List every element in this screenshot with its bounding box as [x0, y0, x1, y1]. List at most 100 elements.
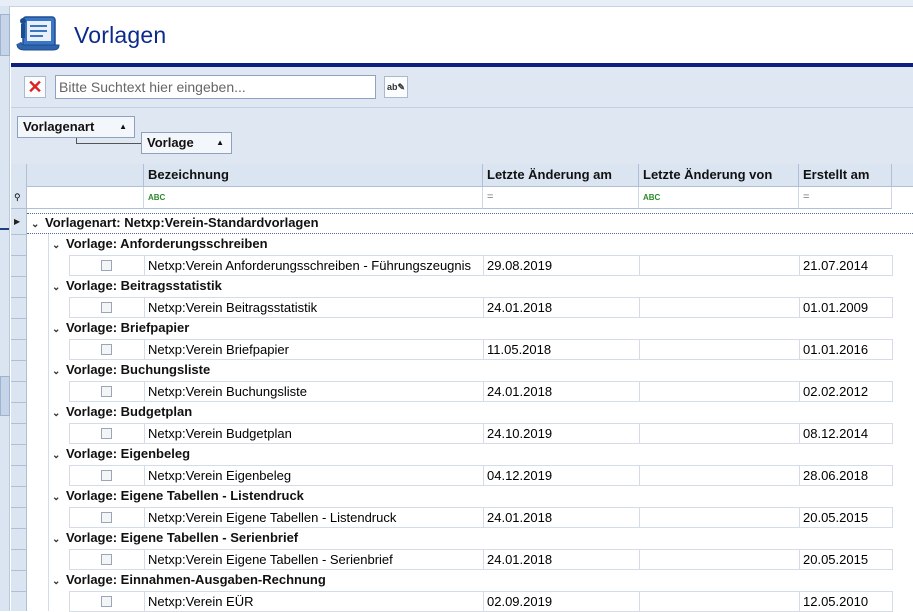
filter-cell[interactable] — [27, 187, 144, 209]
cell-created[interactable]: 01.01.2016 — [799, 339, 892, 360]
row-selector-separator — [11, 318, 27, 319]
cell-divider — [892, 549, 893, 570]
column-header-created[interactable]: Erstellt am — [799, 164, 892, 187]
row-selector-separator — [11, 507, 27, 508]
group-row-vorlage[interactable]: ⌄ Vorlage: Eigenbeleg — [52, 444, 190, 465]
group-row-vorlage[interactable]: ⌄ Vorlage: Budgetplan — [52, 402, 192, 423]
row-checkbox[interactable] — [101, 302, 112, 313]
row-checkbox[interactable] — [101, 260, 112, 271]
cell-divider — [69, 465, 70, 486]
cell-changed-on[interactable]: 24.01.2018 — [483, 507, 639, 528]
row-checkbox[interactable] — [101, 386, 112, 397]
filter-bezeichnung[interactable]: ABC — [144, 187, 483, 209]
cell-created[interactable]: 20.05.2015 — [799, 507, 892, 528]
cell-changed-on[interactable]: 02.09.2019 — [483, 591, 639, 612]
cell-changed-by[interactable] — [639, 591, 799, 612]
cell-divider — [892, 255, 893, 276]
cell-created[interactable]: 20.05.2015 — [799, 549, 892, 570]
filter-row-pin-icon: ⚲ — [11, 187, 27, 209]
cell-bezeichnung[interactable]: Netxp:Verein Eigenbeleg — [144, 465, 483, 486]
cell-changed-by[interactable] — [639, 423, 799, 444]
row-checkbox[interactable] — [101, 554, 112, 565]
cell-bezeichnung[interactable]: Netxp:Verein Eigene Tabellen - Listendru… — [144, 507, 483, 528]
cell-changed-on[interactable]: 29.08.2019 — [483, 255, 639, 276]
cell-divider — [892, 381, 893, 402]
row-selector-separator — [11, 423, 27, 424]
cell-changed-on[interactable]: 24.01.2018 — [483, 549, 639, 570]
cell-created[interactable]: 12.05.2010 — [799, 591, 892, 612]
row-checkbox[interactable] — [101, 344, 112, 355]
column-header-filler — [892, 164, 913, 187]
cell-changed-by[interactable] — [639, 507, 799, 528]
cell-created[interactable]: 08.12.2014 — [799, 423, 892, 444]
search-input[interactable] — [55, 75, 376, 99]
cell-divider — [892, 423, 893, 444]
group-row-label: Vorlage: Eigenbeleg — [66, 446, 191, 461]
spellcheck-button[interactable]: ab✎ — [384, 76, 408, 98]
group-row-label: Vorlagenart: Netxp:Verein-Standardvorlag… — [45, 215, 319, 230]
column-header-changed-by[interactable]: Letzte Änderung von — [639, 164, 799, 187]
cell-bezeichnung[interactable]: Netxp:Verein Beitragsstatistik — [144, 297, 483, 318]
cell-changed-by[interactable] — [639, 297, 799, 318]
cell-changed-on[interactable]: 24.01.2018 — [483, 381, 639, 402]
group-row-vorlage[interactable]: ⌄ Vorlage: Briefpapier — [52, 318, 189, 339]
cell-divider — [69, 381, 70, 402]
cell-bezeichnung[interactable]: Netxp:Verein Briefpapier — [144, 339, 483, 360]
cell-divider — [69, 591, 70, 612]
text-filter-icon: ABC — [643, 193, 661, 202]
row-selector-separator — [11, 591, 27, 592]
chevron-down-icon: ⌄ — [52, 534, 61, 545]
cell-bezeichnung[interactable]: Netxp:Verein Buchungsliste — [144, 381, 483, 402]
filter-created[interactable]: = — [799, 187, 892, 209]
row-checkbox[interactable] — [101, 470, 112, 481]
filter-changed-on[interactable]: = — [483, 187, 639, 209]
column-header-bezeichnung[interactable]: Bezeichnung — [144, 164, 483, 187]
cell-changed-by[interactable] — [639, 255, 799, 276]
row-checkbox[interactable] — [101, 428, 112, 439]
cell-divider — [892, 507, 893, 528]
group-row-vorlage[interactable]: ⌄ Vorlage: Eigene Tabellen - Listendruck — [52, 486, 304, 507]
cell-changed-on[interactable]: 11.05.2018 — [483, 339, 639, 360]
dock-tab[interactable] — [0, 14, 10, 56]
chevron-down-icon: ⌄ — [52, 324, 61, 335]
cell-changed-by[interactable] — [639, 339, 799, 360]
cell-divider — [892, 465, 893, 486]
text-filter-icon: ABC — [148, 193, 166, 202]
top-toolbar-strip — [0, 0, 913, 7]
group-row-vorlage[interactable]: ⌄ Vorlage: Einnahmen-Ausgaben-Rechnung — [52, 570, 326, 591]
filter-changed-by[interactable]: ABC — [639, 187, 799, 209]
group-row-vorlage[interactable]: ⌄ Vorlage: Buchungsliste — [52, 360, 210, 381]
clear-search-button[interactable]: ✕ — [24, 76, 46, 98]
cell-created[interactable]: 28.06.2018 — [799, 465, 892, 486]
left-dock-bar[interactable] — [0, 6, 10, 611]
group-row-vorlage[interactable]: ⌄ Vorlage: Eigene Tabellen - Serienbrief — [52, 528, 298, 549]
cell-created[interactable]: 01.01.2009 — [799, 297, 892, 318]
cell-changed-by[interactable] — [639, 465, 799, 486]
cell-changed-by[interactable] — [639, 381, 799, 402]
cell-bezeichnung[interactable]: Netxp:Verein EÜR — [144, 591, 483, 612]
group-row-vorlagenart[interactable]: ⌄ Vorlagenart: Netxp:Verein-Standardvorla… — [31, 213, 319, 234]
group-row-vorlage[interactable]: ⌄ Vorlage: Anforderungsschreiben — [52, 234, 268, 255]
cell-changed-on[interactable]: 24.01.2018 — [483, 297, 639, 318]
cell-created[interactable]: 21.07.2014 — [799, 255, 892, 276]
group-chip-vorlagenart[interactable]: Vorlagenart ▲ — [17, 116, 135, 138]
cell-changed-by[interactable] — [639, 549, 799, 570]
row-selector-column — [11, 164, 27, 611]
row-checkbox[interactable] — [101, 512, 112, 523]
cell-changed-on[interactable]: 24.10.2019 — [483, 423, 639, 444]
group-row-label: Vorlage: Beitragsstatistik — [66, 278, 222, 293]
dock-tab[interactable] — [0, 376, 10, 416]
row-selector-separator — [11, 234, 27, 235]
row-selector-separator — [11, 255, 27, 256]
group-row-vorlage[interactable]: ⌄ Vorlage: Beitragsstatistik — [52, 276, 222, 297]
row-selector-separator — [11, 381, 27, 382]
column-header-changed-on[interactable]: Letzte Änderung am — [483, 164, 639, 187]
cell-bezeichnung[interactable]: Netxp:Verein Anforderungsschreiben - Füh… — [144, 255, 483, 276]
row-checkbox[interactable] — [101, 596, 112, 607]
cell-created[interactable]: 02.02.2012 — [799, 381, 892, 402]
row-selector-separator — [11, 528, 27, 529]
cell-bezeichnung[interactable]: Netxp:Verein Eigene Tabellen - Serienbri… — [144, 549, 483, 570]
cell-bezeichnung[interactable]: Netxp:Verein Budgetplan — [144, 423, 483, 444]
cell-changed-on[interactable]: 04.12.2019 — [483, 465, 639, 486]
group-chip-vorlage[interactable]: Vorlage ▲ — [141, 132, 232, 154]
